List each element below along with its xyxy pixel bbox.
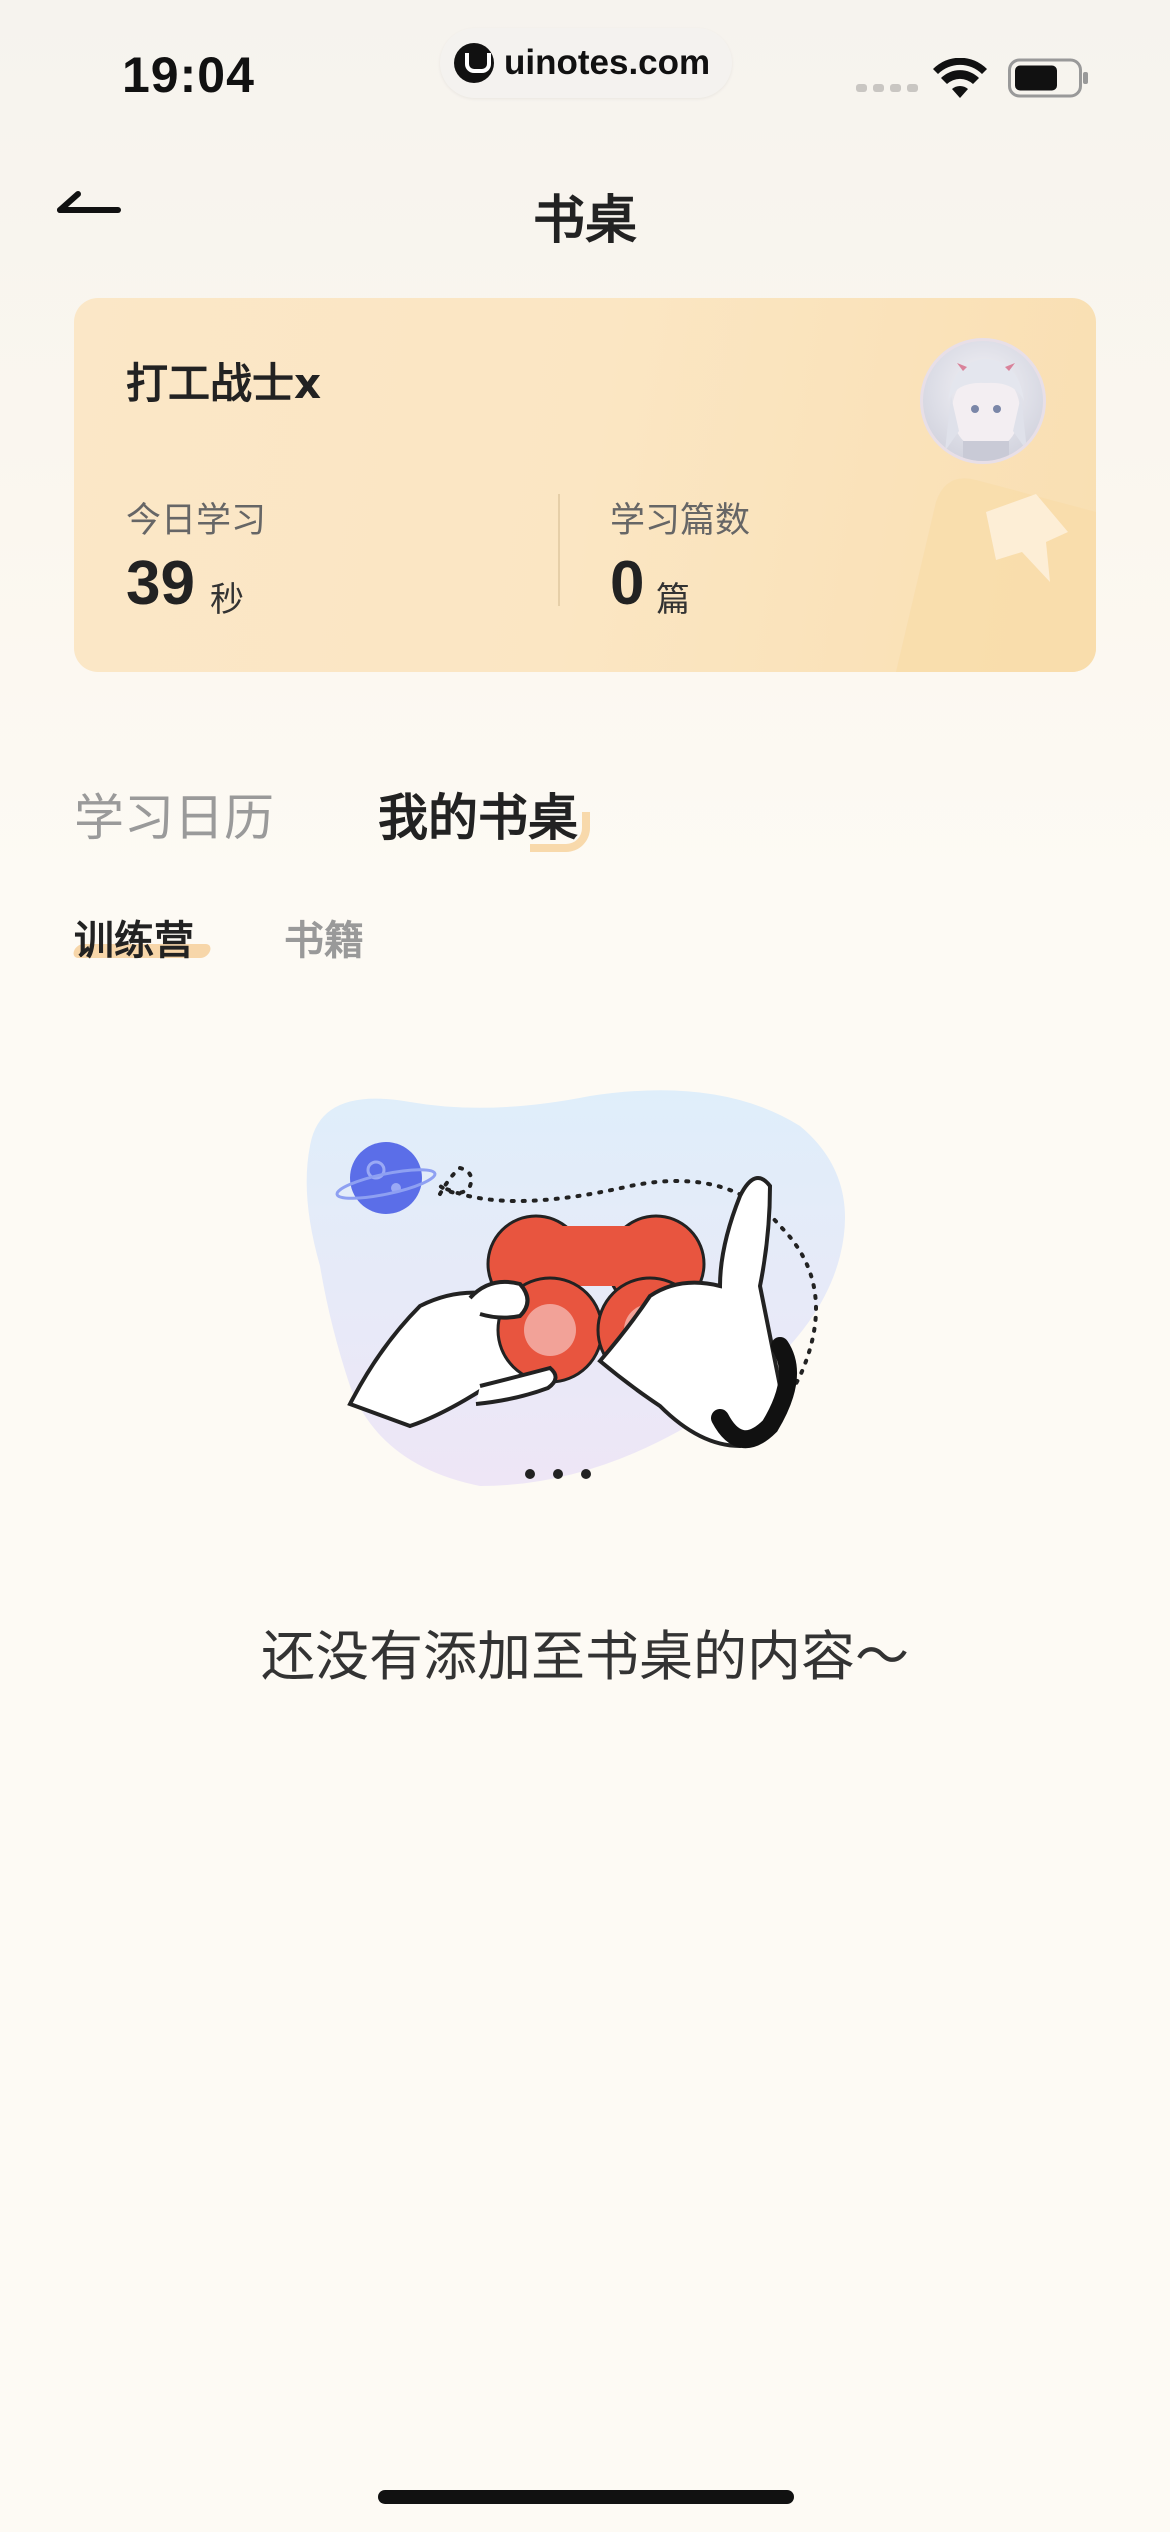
page-title: 书桌	[532, 190, 637, 251]
subtab-training-camp[interactable]: 训练营	[74, 908, 194, 966]
tab-study-calendar[interactable]: 学习日历	[74, 778, 274, 850]
profile-card: 打工战士x 今日学习 39 秒 学习篇数 0 篇	[74, 298, 1096, 672]
url-text: uinotes.com	[504, 43, 711, 82]
empty-state-message: 还没有添加至书桌的内容～	[261, 1625, 909, 1688]
stat-label-study-today: 今日学习	[126, 501, 267, 541]
stat-unit-seconds: 秒	[210, 580, 244, 620]
binoculars-illustration	[306, 1090, 846, 1486]
user-name: 打工战士x	[126, 359, 322, 408]
avatar-image-icon	[945, 359, 1027, 461]
stat-unit-articles: 篇	[656, 580, 690, 620]
bookmark-decoration-icon	[896, 478, 1096, 672]
tab-my-desk[interactable]: 我的书桌	[378, 778, 578, 850]
stat-divider	[558, 494, 560, 606]
status-time: 19:04	[122, 47, 255, 103]
home-indicator[interactable]	[378, 2490, 794, 2504]
wifi-icon	[933, 58, 987, 98]
stat-value-article-count: 0	[610, 549, 645, 618]
status-bar: 19:04 uinotes.com	[0, 0, 1170, 130]
stat-label-article-count: 学习篇数	[610, 501, 751, 541]
url-pill[interactable]: uinotes.com	[440, 28, 732, 98]
subtab-books[interactable]: 书籍	[284, 908, 364, 966]
stat-value-study-today: 39	[126, 549, 195, 618]
avatar[interactable]	[920, 338, 1046, 464]
battery-icon	[1008, 58, 1088, 98]
site-logo-icon	[454, 43, 494, 83]
signal-icon	[856, 84, 918, 92]
